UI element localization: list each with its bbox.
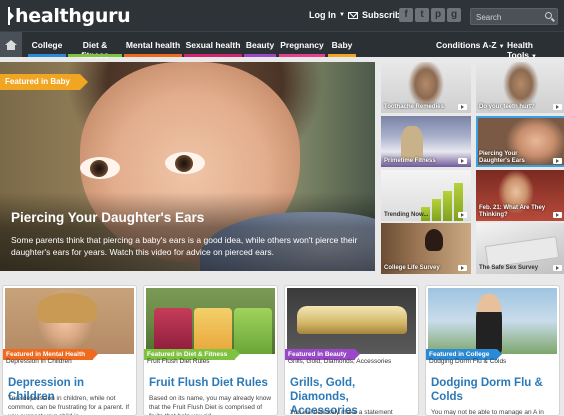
card-title[interactable]: Dodging Dorm Flu & Colds [431,376,556,404]
nav-color-bar [244,54,276,57]
nav-item-sexual-health[interactable]: Sexual health [184,32,242,57]
nav-color-bar [328,54,356,57]
gold-grill-graphic [297,306,407,334]
nav-item-baby[interactable]: Baby [328,32,356,57]
nav-item-college[interactable]: College [28,32,66,57]
thumbnail-caption: The Safe Sex Survey [479,265,539,271]
featured-tag[interactable]: Featured in Baby [0,74,88,90]
card-peek-text: Depression in Children [6,358,72,365]
subscribe-link[interactable]: Subscribe [348,10,406,20]
nav-item-mental-health[interactable]: Mental health [124,32,182,57]
logo-play-icon [8,7,14,25]
logo-text: healthguru [15,5,131,27]
nav-item-pregnancy[interactable]: Pregnancy [279,32,325,57]
smoothie-glass-graphic [234,308,272,354]
card-peek-text: Grills, Gold, Diamonds, Accessories [288,358,392,365]
nav-color-bar [124,54,182,57]
search-box [470,8,558,25]
thumbnail-caption: Piercing Your Daughter's Ears [479,151,525,164]
card-image [428,288,557,354]
play-icon [553,265,562,271]
video-thumbnail[interactable]: Do your teeth hurt? [476,62,564,113]
home-icon [5,40,17,50]
thumbnail-caption: Toothache Remedies [384,104,444,110]
login-label: Log In [309,10,336,20]
google-plus-icon[interactable]: g [447,8,461,22]
site-logo[interactable]: healthguru [8,5,131,27]
health-tools-label: Health Tools [507,40,533,60]
hero-caption-shade [0,192,375,271]
conditions-a-z-menu[interactable]: Conditions A-Z ▼ [436,40,505,50]
home-button[interactable] [0,32,22,57]
card-excerpt: Based on its name, you may already know … [149,395,272,415]
pinterest-icon[interactable]: p [431,8,445,22]
twitter-icon[interactable]: t [415,8,429,22]
video-thumbnail-active[interactable]: Piercing Your Daughter's Ears [476,116,564,167]
main-nav: College Diet & fitness Mental health Sex… [0,31,564,60]
nav-item-diet-fitness[interactable]: Diet & fitness [68,32,122,60]
play-icon [458,212,467,218]
hero-feature[interactable]: Featured in Baby Piercing Your Daughter'… [0,62,375,271]
card-peek-text: Fruit Flush Diet Rules [147,358,210,365]
thumbnail-caption: Primetime Fitness [384,158,436,164]
smoothie-glass-graphic [154,308,192,354]
card-peek-text: Dodging Dorm Flu & Colds [429,358,507,365]
video-thumbnail[interactable]: Feb. 21: What Are They Thinking? [476,170,564,221]
hero-title[interactable]: Piercing Your Daughter's Ears [11,210,204,225]
top-header: healthguru Log In ▼ Subscribe f t p g [0,0,564,31]
chevron-down-icon: ▼ [498,44,505,50]
thumbnail-caption: Do your teeth hurt? [479,104,535,110]
article-card-diet-fitness[interactable]: Featured in Diet & Fitness Fruit Flush D… [143,285,278,416]
smoothie-glass-graphic [194,308,232,354]
nav-item-label: Baby [331,40,353,50]
nav-color-bar [184,54,242,57]
nav-color-bar [68,54,122,57]
play-icon [458,265,467,271]
thumbnail-caption: College Life Survey [384,265,440,271]
nav-item-label: Sexual health [185,40,241,50]
login-link[interactable]: Log In ▼ [309,10,345,20]
card-excerpt: You will definitely make a statement [290,409,393,416]
article-card-beauty[interactable]: Featured in Beauty Grills, Gold, Diamond… [284,285,419,416]
nav-item-label: Mental health [125,40,181,50]
play-icon [553,212,562,218]
thumbnail-caption: Trending Now... [384,212,429,218]
chevron-down-icon: ▼ [531,54,537,60]
nav-item-label: College [31,40,63,50]
nav-item-beauty[interactable]: Beauty [244,32,276,57]
nav-color-bar [28,54,66,57]
card-image [287,288,416,354]
thumbnail-caption: Feb. 21: What Are They Thinking? [479,205,546,218]
conditions-label: Conditions A-Z [436,40,497,50]
hero-photo-eye [80,157,120,179]
article-card-mental-health[interactable]: Featured in Mental Health Depression in … [2,285,137,416]
video-thumbnail[interactable]: Primetime Fitness [381,116,471,167]
play-icon [553,158,562,164]
nav-color-bar [279,54,325,57]
health-tools-menu[interactable]: Health Tools ▼ [507,40,564,60]
nav-item-label: Pregnancy [280,40,324,50]
video-thumbnail[interactable]: College Life Survey [381,223,471,274]
card-image [146,288,275,354]
nav-item-label: Diet & fitness [81,40,108,60]
chevron-down-icon: ▼ [339,12,345,18]
card-excerpt: You may not be able to manage an A in [431,409,544,416]
card-image [5,288,134,354]
search-icon[interactable] [545,12,552,19]
nav-item-label: Beauty [245,40,275,50]
card-title[interactable]: Fruit Flush Diet Rules [149,376,274,390]
article-card-college[interactable]: Featured in College Dodging Dorm Flu & C… [425,285,560,416]
play-icon [553,104,562,110]
hero-photo-eye [165,152,205,174]
facebook-icon[interactable]: f [399,8,413,22]
search-input[interactable] [476,11,542,23]
envelope-icon [348,11,358,19]
video-thumbnail[interactable]: Trending Now... [381,170,471,221]
card-excerpt: True depression in children, while not c… [8,395,130,415]
play-icon [458,158,467,164]
hero-description: Some parents think that piercing a baby'… [11,235,358,257]
video-thumbnail[interactable]: The Safe Sex Survey [476,223,564,274]
video-thumbnail[interactable]: Toothache Remedies [381,62,471,113]
play-icon [458,104,467,110]
